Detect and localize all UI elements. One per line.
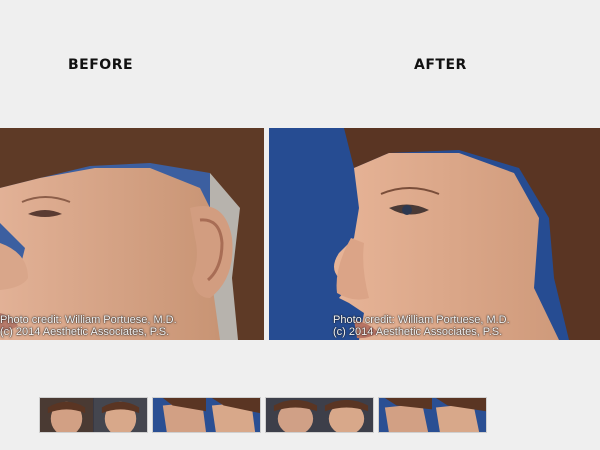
- before-credit-line2: (c) 2014 Aesthetic Associates, P.S.: [0, 326, 170, 338]
- before-photo: Photo credit: William Portuese, M.D. (c)…: [0, 128, 264, 340]
- thumbnail-oblique-view-image: [379, 398, 486, 432]
- thumbnail-oblique-view[interactable]: [378, 397, 487, 433]
- thumbnail-front-view[interactable]: [39, 397, 148, 433]
- after-label: AFTER: [414, 57, 467, 73]
- after-face-illustration: [269, 128, 600, 340]
- before-face-illustration: [0, 128, 264, 340]
- thumbnail-profile-view[interactable]: [152, 397, 261, 433]
- before-photo-credit: Photo credit: William Portuese, M.D. (c)…: [0, 314, 177, 338]
- thumbnail-three-quarter-view-image: [266, 398, 373, 432]
- before-credit-line1: Photo credit: William Portuese, M.D.: [0, 314, 177, 326]
- thumbnail-profile-view-image: [153, 398, 260, 432]
- after-photo: Photo credit: William Portuese, M.D. (c)…: [269, 128, 600, 340]
- after-credit-line2: (c) 2014 Aesthetic Associates, P.S.: [333, 326, 503, 338]
- thumbnail-front-view-image: [40, 398, 147, 432]
- thumbnail-three-quarter-view[interactable]: [265, 397, 374, 433]
- after-credit-line1: Photo credit: William Portuese, M.D.: [333, 314, 510, 326]
- after-photo-credit: Photo credit: William Portuese, M.D. (c)…: [333, 314, 510, 338]
- before-label: BEFORE: [68, 57, 134, 73]
